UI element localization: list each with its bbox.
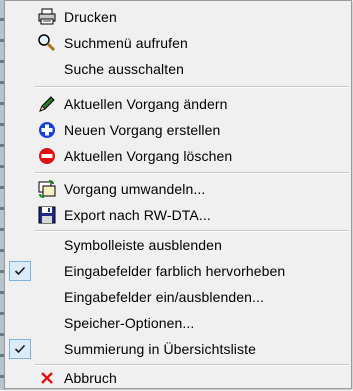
menu-item-toggle-input-fields[interactable]: Eingabefelder ein/ausblenden...	[6, 284, 350, 310]
context-menu: Drucken Suchmenü aufrufen Suche ausschal…	[4, 0, 352, 389]
add-circle-icon	[32, 117, 62, 143]
menu-item-search-off[interactable]: Suche ausschalten	[6, 56, 350, 82]
menu-item-print[interactable]: Drucken	[6, 4, 350, 30]
menu-item-cancel[interactable]: Abbruch	[6, 365, 350, 391]
menu-item-label: Suchmenü aufrufen	[64, 35, 188, 51]
menu-item-search-menu[interactable]: Suchmenü aufrufen	[6, 30, 350, 56]
menu-item-label: Export nach RW-DTA...	[64, 207, 211, 223]
checkmark-icon	[9, 339, 31, 359]
menu-item-label: Neuen Vorgang erstellen	[64, 122, 221, 138]
menu-item-label: Summierung in Übersichtsliste	[64, 341, 256, 357]
menu-item-label: Abbruch	[64, 370, 117, 386]
floppy-disk-icon	[32, 202, 62, 228]
menu-item-delete-process[interactable]: Aktuellen Vorgang löschen	[6, 143, 350, 169]
menu-item-label: Aktuellen Vorgang löschen	[64, 148, 233, 164]
printer-icon	[32, 4, 62, 30]
menu-item-label: Drucken	[64, 9, 117, 25]
magnifier-icon	[32, 30, 62, 56]
checkmark-icon	[9, 261, 31, 281]
menu-item-hide-toolbar[interactable]: Symbolleiste ausblenden	[6, 232, 350, 258]
menu-item-label: Aktuellen Vorgang ändern	[64, 96, 228, 112]
menu-item-storage-options[interactable]: Speicher-Optionen...	[6, 310, 350, 336]
remove-circle-icon	[32, 143, 62, 169]
menu-item-edit-process[interactable]: Aktuellen Vorgang ändern	[6, 91, 350, 117]
menu-item-label: Symbolleiste ausblenden	[64, 237, 222, 253]
menu-item-label: Speicher-Optionen...	[64, 315, 195, 331]
menu-item-label: Vorgang umwandeln...	[64, 181, 206, 197]
menu-separator	[35, 86, 349, 88]
menu-item-summation-overview[interactable]: Summierung in Übersichtsliste	[6, 336, 350, 362]
menu-item-convert-process[interactable]: Vorgang umwandeln...	[6, 176, 350, 202]
menu-item-label: Eingabefelder ein/ausblenden...	[64, 289, 265, 305]
menu-separator	[35, 172, 349, 174]
convert-icon	[32, 176, 62, 202]
menu-item-label: Suche ausschalten	[64, 61, 185, 77]
menu-item-new-process[interactable]: Neuen Vorgang erstellen	[6, 117, 350, 143]
pen-icon	[32, 91, 62, 117]
menu-item-highlight-input-fields[interactable]: Eingabefelder farblich hervorheben	[6, 258, 350, 284]
menu-item-label: Eingabefelder farblich hervorheben	[64, 263, 286, 279]
cancel-x-icon	[32, 365, 62, 391]
menu-item-export-rw-dta[interactable]: Export nach RW-DTA...	[6, 202, 350, 228]
